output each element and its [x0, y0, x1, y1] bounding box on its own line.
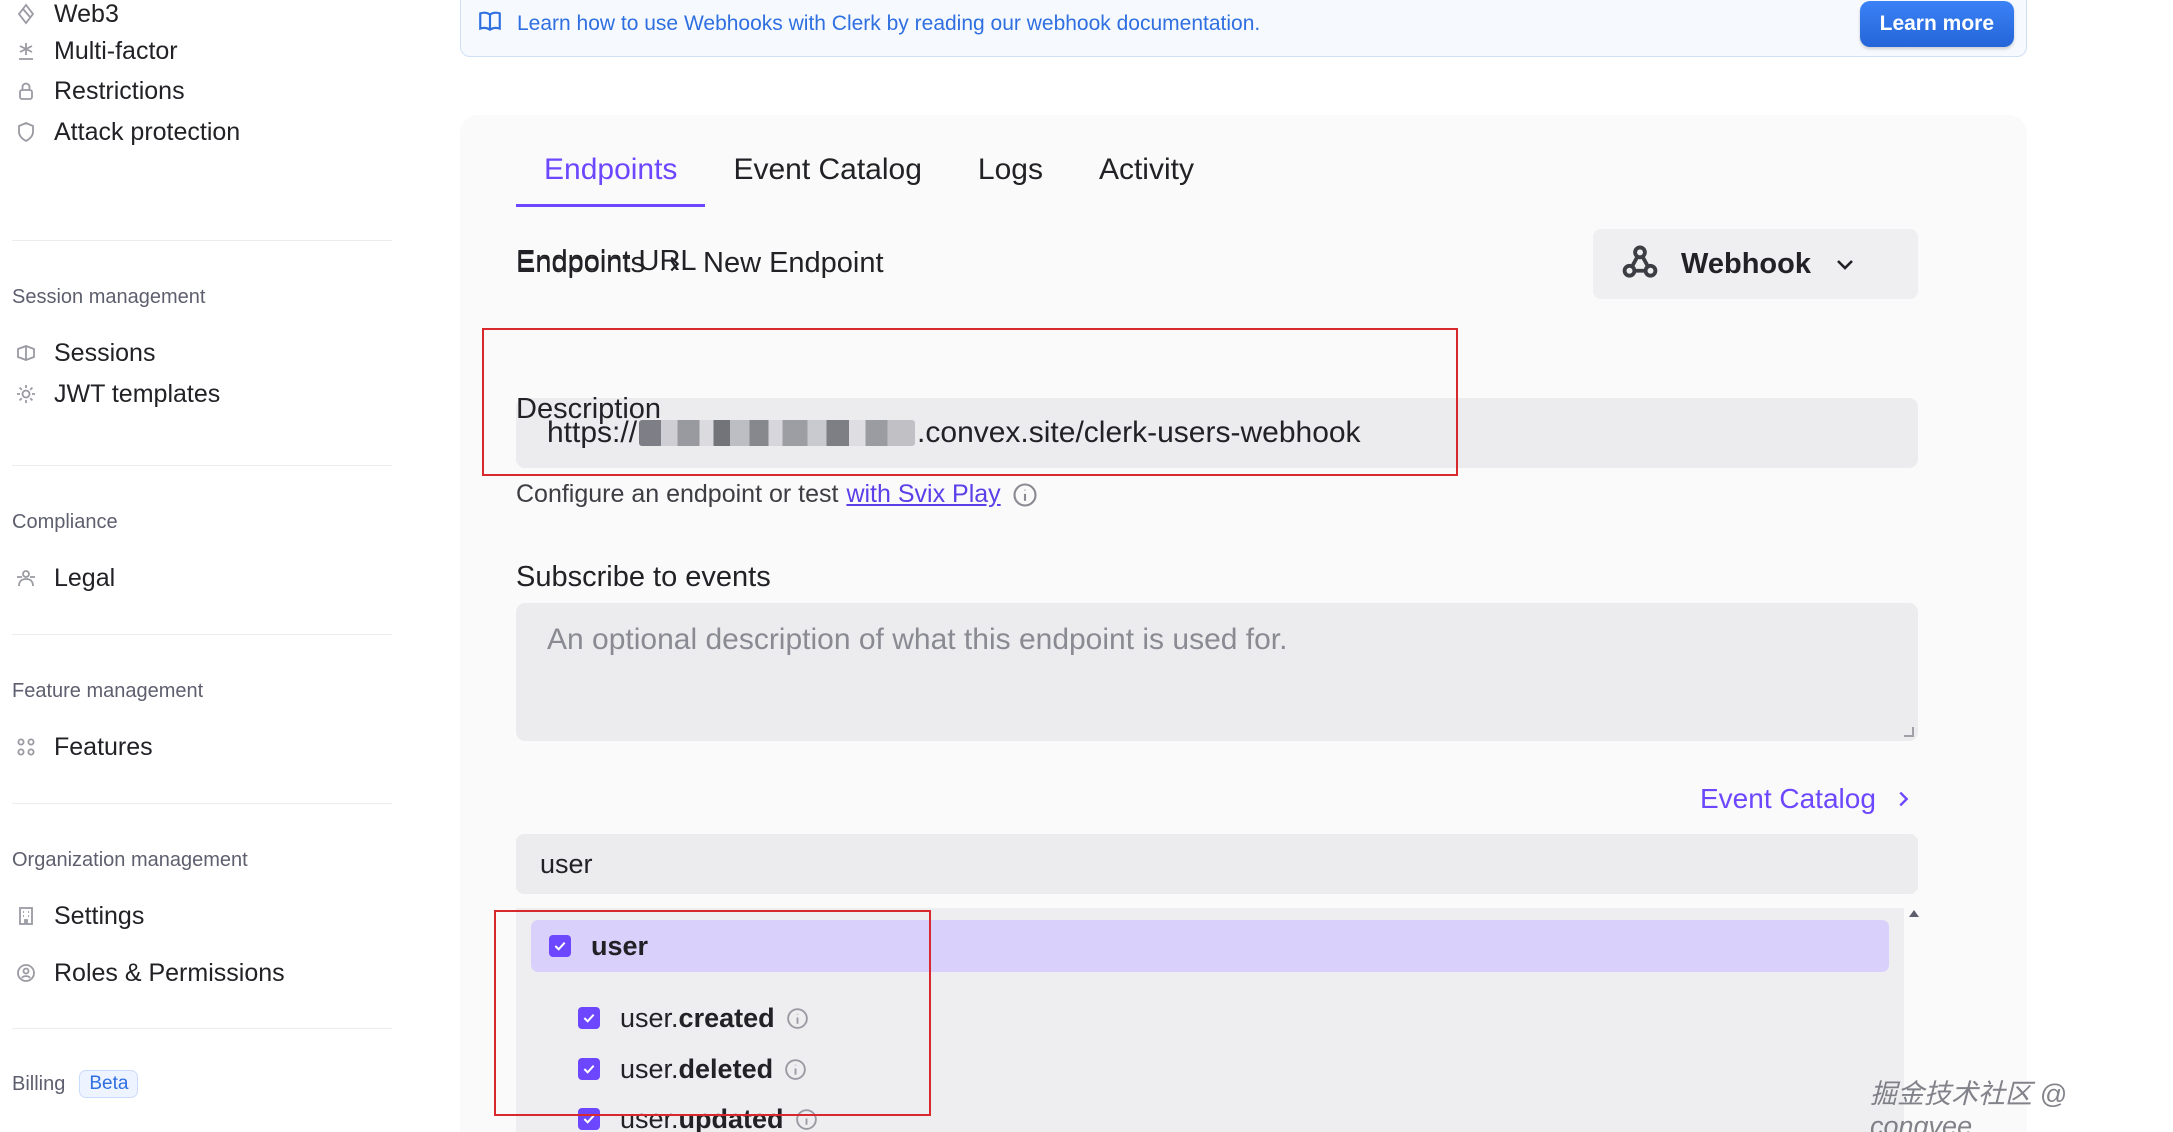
sidebar-item-legal[interactable]: Legal — [12, 558, 115, 598]
book-icon — [477, 8, 503, 39]
event-catalog-label: Event Catalog — [1700, 783, 1876, 814]
shield-icon — [12, 118, 40, 146]
sidebar-divider — [12, 634, 392, 635]
lock-icon — [12, 77, 40, 105]
tab-endpoints[interactable]: Endpoints — [516, 137, 706, 207]
helper-text: Configure an endpoint or test — [516, 480, 839, 508]
endpoint-url-label: Endpoint URL — [516, 245, 697, 277]
sidebar-item-settings[interactable]: Settings — [12, 896, 144, 936]
sidebar-item-label: Legal — [54, 563, 116, 592]
sidebar-item-web3[interactable]: Web3 — [12, 0, 119, 34]
section-title-billing: Billing Beta — [12, 1070, 139, 1098]
subscribe-events-label: Subscribe to events — [516, 561, 771, 593]
building-icon — [12, 902, 40, 930]
section-title-organization: Organization management — [12, 849, 248, 871]
sidebar-item-label: Roles & Permissions — [54, 958, 285, 987]
sidebar-item-label: Features — [54, 732, 153, 761]
sidebar-item-features[interactable]: Features — [12, 727, 153, 767]
annotation-box-events — [494, 910, 931, 1116]
banner-text: Learn how to use Webhooks with Clerk by … — [517, 11, 1261, 35]
sidebar-item-label: JWT templates — [54, 379, 221, 408]
section-title-feature: Feature management — [12, 680, 204, 702]
sidebar-item-label: Web3 — [54, 0, 119, 28]
sessions-icon — [12, 339, 40, 367]
sidebar-divider — [12, 803, 392, 804]
info-banner: Learn how to use Webhooks with Clerk by … — [460, 0, 2027, 57]
sidebar-item-multi-factor[interactable]: Multi-factor — [12, 31, 178, 71]
tab-bar: Endpoints Event Catalog Logs Activity — [516, 137, 1222, 207]
description-textarea[interactable]: An optional description of what this end… — [516, 603, 1918, 741]
sidebar-divider — [12, 1028, 392, 1029]
roles-icon — [12, 959, 40, 987]
webhook-label: Webhook — [1681, 247, 1811, 280]
watermark: 掘金技术社区 @ congvee — [1870, 1079, 2067, 1132]
asterisk-icon — [12, 37, 40, 65]
annotation-box-url — [482, 328, 1458, 476]
sidebar-divider — [12, 465, 392, 466]
webhook-icon — [1619, 241, 1661, 288]
sidebar-divider — [12, 240, 392, 241]
billing-label: Billing — [12, 1072, 66, 1095]
sidebar-item-jwt-templates[interactable]: JWT templates — [12, 374, 220, 414]
legal-icon — [12, 564, 40, 592]
sidebar-item-label: Sessions — [54, 338, 156, 367]
web3-icon — [12, 0, 40, 28]
event-catalog-link[interactable]: Event Catalog — [1700, 783, 1914, 815]
sidebar-item-label: Attack protection — [54, 117, 241, 146]
sidebar-item-sessions[interactable]: Sessions — [12, 333, 155, 373]
chevron-right-icon — [1899, 791, 1909, 807]
endpoint-helper: Configure an endpoint or test with Svix … — [516, 480, 1039, 509]
sidebar-item-roles-permissions[interactable]: Roles & Permissions — [12, 953, 285, 993]
chevron-down-icon — [1811, 248, 1857, 281]
sidebar-item-label: Multi-factor — [54, 36, 178, 65]
section-title-session: Session management — [12, 286, 206, 308]
sidebar-item-label: Settings — [54, 901, 145, 930]
learn-more-button[interactable]: Learn more — [1859, 1, 2014, 47]
sidebar: Web3 Multi-factor Restrictions Attack pr… — [0, 0, 400, 1132]
event-filter-input[interactable]: user — [516, 834, 1918, 894]
tab-activity[interactable]: Activity — [1071, 137, 1222, 207]
beta-badge: Beta — [79, 1070, 139, 1098]
scroll-up-arrow[interactable] — [1907, 906, 1921, 920]
breadcrumb-current: New Endpoint — [703, 247, 884, 279]
sidebar-item-restrictions[interactable]: Restrictions — [12, 71, 185, 111]
webhook-type-dropdown[interactable]: Webhook — [1593, 229, 1918, 299]
info-icon[interactable] — [1011, 481, 1039, 509]
resize-handle[interactable] — [1904, 727, 1914, 737]
sidebar-item-label: Restrictions — [54, 76, 185, 105]
description-placeholder: An optional description of what this end… — [547, 623, 1288, 656]
grid-icon — [12, 733, 40, 761]
gear-icon — [12, 380, 40, 408]
section-title-compliance: Compliance — [12, 511, 118, 533]
sidebar-item-attack-protection[interactable]: Attack protection — [12, 112, 240, 152]
tab-event-catalog[interactable]: Event Catalog — [705, 137, 949, 207]
svix-play-link[interactable]: with Svix Play — [846, 480, 1000, 509]
tab-logs[interactable]: Logs — [950, 137, 1071, 207]
